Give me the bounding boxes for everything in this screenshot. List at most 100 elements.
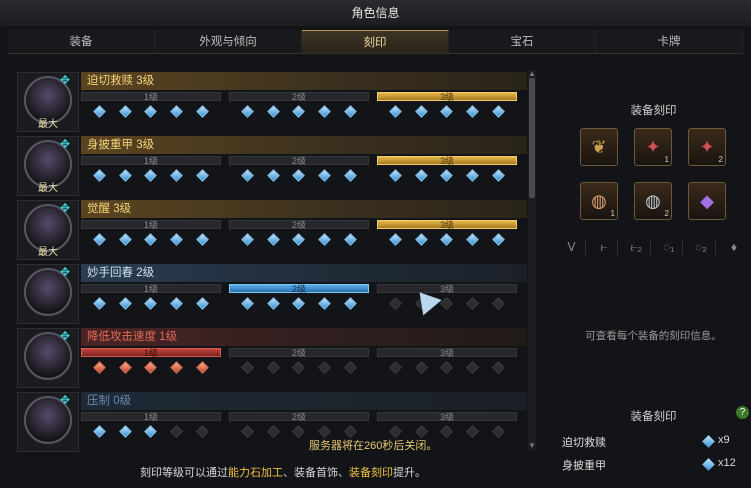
engraving-row[interactable]: ✥ 压制 0级 1级 2级 3级 <box>15 390 527 452</box>
slot-ring-1-icon[interactable]: ◍ 1 <box>580 182 618 220</box>
engraving-gem-icon <box>343 233 357 246</box>
engraving-gem-icon <box>241 361 255 374</box>
level-label: 3级 <box>377 220 517 230</box>
level-block: 1级 <box>81 92 221 130</box>
engraving-row[interactable]: ✥ 降低攻击速度 1级 1级 2级 3级 <box>15 326 527 388</box>
footer-highlight: 能力石加工 <box>228 467 283 479</box>
engraving-gem-icon <box>170 297 183 310</box>
engraving-gem-icon <box>93 297 107 310</box>
engraving-gem-icon <box>702 435 715 448</box>
engraving-gem-icon <box>466 297 479 310</box>
level-block: 1级 <box>81 156 221 194</box>
engraving-name: 妙手回春 2级 <box>81 264 527 282</box>
footer-text: 刻印等级可以通过 <box>140 467 228 479</box>
engraving-gem-icon <box>343 361 357 374</box>
engraving-gem-icon <box>466 361 479 374</box>
engraving-gem-icon <box>440 169 454 182</box>
level-label: 1级 <box>81 156 221 166</box>
scrollbar-thumb[interactable] <box>529 78 535 198</box>
max-label: 最大 <box>38 183 58 194</box>
engraving-gem-icon <box>466 233 479 246</box>
slot-necklace-icon[interactable]: ❦ <box>580 128 618 166</box>
engraving-gem-icon <box>292 169 306 182</box>
footer-highlight: 装备刻印 <box>349 467 393 479</box>
engraving-gem-icon <box>119 361 132 374</box>
level-label: 3级 <box>377 92 517 102</box>
engraving-gem-icon <box>195 425 209 438</box>
engraving-row[interactable]: ✥ 妙手回春 2级 1级 2级 3级 <box>15 262 527 324</box>
tab-cards[interactable]: 卡牌 <box>596 30 743 53</box>
level-label: 1级 <box>81 284 221 294</box>
scrollbar[interactable]: ▲ ▼ <box>528 70 536 450</box>
summary-count: x9 <box>718 434 730 446</box>
ring-1-type-icon: ◌₁ <box>655 240 684 255</box>
engraving-gem-icon <box>267 361 280 374</box>
level-block: 2级 <box>229 220 369 258</box>
necklace-type-icon: ⴸ <box>558 240 586 255</box>
engraving-row[interactable]: ✥ 最大 觉醒 3级 1级 2级 3级 <box>15 198 527 260</box>
engraving-gem-icon <box>389 425 403 438</box>
help-icon[interactable]: ? <box>736 406 749 419</box>
stone-type-icon: ♦ <box>730 240 738 254</box>
engraving-gem-icon <box>93 361 107 374</box>
engraving-emblem: ✥ <box>17 392 79 452</box>
engraving-gem-icon <box>491 361 505 374</box>
engraving-list: ✥ 最大 迫切救赎 3级 1级 2级 3级 ✥ 最大 身披重甲 3级 1级 2级 3级 ✥ 最大 觉醒 3级… <box>15 70 527 456</box>
window-title: 角色信息 <box>351 6 400 20</box>
window-title-bar: 角色信息 <box>0 0 751 26</box>
scroll-up-icon[interactable]: ▲ <box>528 70 536 78</box>
engraving-gem-icon <box>93 169 107 182</box>
engraving-gem-icon <box>170 361 183 374</box>
engraving-gem-icon <box>389 233 403 246</box>
engraving-row[interactable]: ✥ 最大 迫切救赎 3级 1级 2级 3级 <box>15 70 527 132</box>
tab-gems[interactable]: 宝石 <box>449 30 596 53</box>
level-label: 3级 <box>377 412 517 422</box>
level-block: 3级 <box>377 284 517 322</box>
equip-engraving-title: 装备刻印 <box>630 105 677 117</box>
tab-equipment[interactable]: 装备 <box>8 30 155 53</box>
engraving-gem-icon <box>415 233 428 246</box>
slot-ring-2-icon[interactable]: ◍ 2 <box>634 182 672 220</box>
level-block: 3级 <box>377 348 517 386</box>
engraving-gem-icon <box>491 297 505 310</box>
engraving-gem-icon <box>318 233 331 246</box>
engraving-badge-icon: ✥ <box>59 329 71 343</box>
engraving-gem-icon <box>440 425 454 438</box>
engraving-gem-icon <box>343 105 357 118</box>
summary-name: 身披重甲 <box>562 460 606 472</box>
engraving-row[interactable]: ✥ 最大 身披重甲 3级 1级 2级 3级 <box>15 134 527 196</box>
level-block: 2级 <box>229 92 369 130</box>
engraving-gem-icon <box>267 425 280 438</box>
level-label: 2级 <box>229 156 369 166</box>
engraving-gem-icon <box>415 361 428 374</box>
engraving-gem-icon <box>241 297 255 310</box>
engraving-gem-icon <box>343 425 357 438</box>
engraving-gem-icon <box>267 105 280 118</box>
tab-engraving[interactable]: 刻印 <box>302 30 449 53</box>
engraving-gem-icon <box>119 425 132 438</box>
level-block: 2级 <box>229 156 369 194</box>
slot-earring-2-icon[interactable]: ✦ 2 <box>688 128 726 166</box>
engraving-gem-icon <box>491 233 505 246</box>
engraving-gem-icon <box>415 425 428 438</box>
engraving-gem-icon <box>267 169 280 182</box>
hint-text: 可查看每个装备的刻印信息。 <box>585 330 722 342</box>
max-label: 最大 <box>38 119 58 130</box>
engraving-gem-icon <box>170 233 183 246</box>
slot-ability-stone-icon[interactable]: ◆ <box>688 182 726 220</box>
summary-row: 迫切救赎 x9 <box>562 432 747 452</box>
side-panel: 装备刻印 ❦ ✦ 1 ✦ 2 ◍ 1 ◍ 2 ◆ ⴸ ⥼ ⥼₂ ◌₁ ◌₂ ♦ 可查看每… <box>556 70 751 488</box>
engraving-gem-icon <box>343 297 357 310</box>
engraving-gem-icon <box>389 105 403 118</box>
engraving-badge-icon: ✥ <box>59 393 71 407</box>
scroll-down-icon[interactable]: ▼ <box>528 442 536 450</box>
footer-text: 、装备首饰、 <box>283 467 349 479</box>
engraving-gem-icon <box>119 233 132 246</box>
level-block: 3级 <box>377 156 517 194</box>
engraving-name: 觉醒 3级 <box>81 200 527 218</box>
tab-appearance[interactable]: 外观与倾向 <box>155 30 302 53</box>
level-label: 1级 <box>81 348 221 358</box>
footer-text: 提升。 <box>393 467 426 479</box>
engraving-name: 身披重甲 3级 <box>81 136 527 154</box>
slot-earring-1-icon[interactable]: ✦ 1 <box>634 128 672 166</box>
